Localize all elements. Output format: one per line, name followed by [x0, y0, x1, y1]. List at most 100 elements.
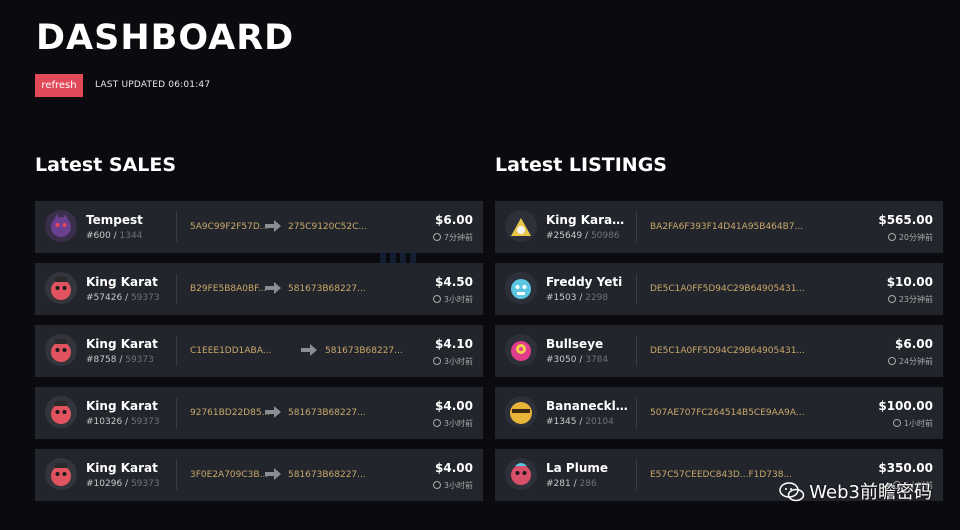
divider [636, 336, 637, 366]
seller-address[interactable]: BA2FA6F393F14D41A95B464B7... [650, 222, 803, 232]
sale-row[interactable]: Tempest #600 / 1344 5A9C99F2F57D... 275C… [35, 201, 483, 253]
divider [176, 274, 177, 304]
nft-name: Bananecklace [546, 399, 628, 413]
clock-icon [887, 295, 896, 303]
arrow-right-icon [265, 282, 281, 294]
seller-address[interactable]: B29FE5B8A0BF... [190, 284, 267, 294]
nft-name: La Plume [546, 461, 609, 475]
seller-address[interactable]: DE5C1A0FF5D94C29B64905431... [650, 284, 805, 294]
nft-token-id: #10296 / 59373 [86, 479, 160, 489]
sale-time: 3小时前 [432, 294, 473, 305]
sale-row[interactable]: King Karat #8758 / 59373 C1EEE1DD1ABA...… [35, 325, 483, 377]
listing-price: $6.00 [895, 337, 933, 351]
sale-row[interactable]: King Karat #10296 / 59373 3F0E2A709C3B..… [35, 449, 483, 501]
seller-address[interactable]: 5A9C99F2F57D... [190, 222, 268, 232]
sale-time: 3小时前 [432, 418, 473, 429]
nft-avatar [505, 334, 537, 366]
buyer-address[interactable]: 581673B68227... [288, 284, 366, 294]
nft-name: King Karat [86, 399, 158, 413]
sale-price: $6.00 [435, 213, 473, 227]
clock-icon [432, 481, 441, 489]
clock-icon [432, 419, 441, 427]
listing-row[interactable]: Freddy Yeti #1503 / 2298 DE5C1A0FF5D94C2… [495, 263, 943, 315]
seller-address[interactable]: C1EEE1DD1ABA... [190, 346, 271, 356]
wechat-icon [779, 482, 805, 502]
divider [636, 398, 637, 428]
nft-avatar [505, 272, 537, 304]
listing-price: $565.00 [878, 213, 933, 227]
seller-address[interactable]: 92761BD22D85... [190, 408, 270, 418]
listing-price: $10.00 [886, 275, 933, 289]
sale-row[interactable]: King Karat #57426 / 59373 B29FE5B8A0BF..… [35, 263, 483, 315]
buyer-address[interactable]: 581673B68227... [325, 346, 403, 356]
nft-avatar [45, 334, 77, 366]
nft-name: King Karat [86, 461, 158, 475]
sale-price: $4.50 [435, 275, 473, 289]
nft-name: Tempest [86, 213, 143, 227]
sale-price: $4.00 [435, 461, 473, 475]
nft-avatar [45, 458, 77, 490]
seller-address[interactable]: E57C57CEEDC843D...F1D738... [650, 470, 792, 480]
buyer-address[interactable]: 581673B68227... [288, 408, 366, 418]
nft-token-id: #1503 / 2298 [546, 293, 609, 303]
listing-row[interactable]: Bananecklace #1345 / 20104 507AE707FC264… [495, 387, 943, 439]
divider [176, 336, 177, 366]
sale-price: $4.00 [435, 399, 473, 413]
listing-time: 1小时前 [892, 418, 933, 429]
watermark: Web3前瞻密码 [779, 478, 932, 504]
buyer-address[interactable]: 275C9120C52C... [288, 222, 367, 232]
nft-avatar [45, 272, 77, 304]
sale-time: 3小时前 [432, 480, 473, 491]
clock-icon [432, 295, 441, 303]
nft-name: Freddy Yeti [546, 275, 623, 289]
sale-row[interactable]: King Karat #10326 / 59373 92761BD22D85..… [35, 387, 483, 439]
sale-price: $4.10 [435, 337, 473, 351]
refresh-button[interactable]: refresh [35, 74, 83, 97]
listing-price: $100.00 [878, 399, 933, 413]
nft-token-id: #10326 / 59373 [86, 417, 160, 427]
listing-time: 23分钟前 [887, 294, 933, 305]
listings-section-title: Latest LISTINGS [495, 154, 667, 176]
listing-time: 20分钟前 [887, 232, 933, 243]
last-updated-label: LAST UPDATED 06:01:47 [95, 80, 211, 90]
arrow-right-icon [265, 468, 281, 480]
nft-token-id: #3050 / 3784 [546, 355, 609, 365]
seller-address[interactable]: 507AE707FC264514B5CE9AA9A... [650, 408, 805, 418]
nft-avatar [45, 396, 77, 428]
divider [176, 212, 177, 242]
nft-avatar [45, 210, 77, 242]
buyer-address[interactable]: 581673B68227... [288, 470, 366, 480]
seller-address[interactable]: 3F0E2A709C3B... [190, 470, 268, 480]
page-title: DASHBOARD [36, 18, 295, 58]
listing-row[interactable]: Bullseye #3050 / 3784 DE5C1A0FF5D94C29B6… [495, 325, 943, 377]
nft-avatar [505, 458, 537, 490]
nft-token-id: #281 / 286 [546, 479, 597, 489]
divider [176, 398, 177, 428]
sale-time: 7分钟前 [432, 232, 473, 243]
seller-address[interactable]: DE5C1A0FF5D94C29B64905431... [650, 346, 805, 356]
divider [176, 460, 177, 490]
arrow-right-icon [265, 220, 281, 232]
nft-name: King Karat B... [546, 213, 628, 227]
listing-row[interactable]: King Karat B... #25649 / 50986 BA2FA6F39… [495, 201, 943, 253]
clock-icon [887, 233, 896, 241]
nft-avatar [505, 396, 537, 428]
nft-token-id: #25649 / 50986 [546, 231, 620, 241]
listing-time: 24分钟前 [887, 356, 933, 367]
clock-icon [432, 233, 441, 241]
divider [636, 460, 637, 490]
nft-token-id: #8758 / 59373 [86, 355, 154, 365]
sale-time: 3小时前 [432, 356, 473, 367]
clock-icon [892, 419, 901, 427]
divider [636, 274, 637, 304]
arrow-right-icon [301, 344, 317, 356]
sales-section-title: Latest SALES [35, 154, 177, 176]
nft-token-id: #1345 / 20104 [546, 417, 614, 427]
nft-name: Bullseye [546, 337, 604, 351]
nft-avatar [505, 210, 537, 242]
clock-icon [887, 357, 896, 365]
arrow-right-icon [265, 406, 281, 418]
nft-token-id: #57426 / 59373 [86, 293, 160, 303]
clock-icon [432, 357, 441, 365]
nft-token-id: #600 / 1344 [86, 231, 143, 241]
